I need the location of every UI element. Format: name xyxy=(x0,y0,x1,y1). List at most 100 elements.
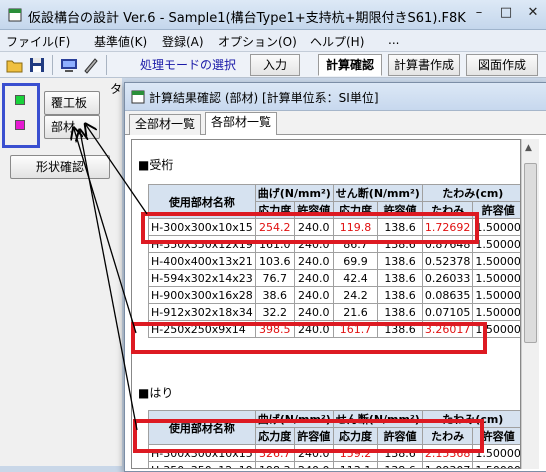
menu-standard[interactable]: 基準値(K) xyxy=(94,33,147,50)
panel-fragment: タ xyxy=(110,82,123,96)
shear-allowable-cell: 138.6 xyxy=(377,461,423,468)
bending-allowable-cell: 240.0 xyxy=(293,235,334,253)
result-window: 計算結果確認 (部材) [計算単位系：SI単位] 全部材一覧 各部材一覧 ■受桁… xyxy=(124,82,546,472)
header-deflection: たわみ(cm) xyxy=(421,410,520,428)
table-row[interactable]: H-900x300x16x28 38.6 240.0 24.2 138.6 0.08635… xyxy=(148,286,520,304)
shear-stress-cell: 86.7 xyxy=(332,235,379,253)
tab-report[interactable]: 計算書作成 xyxy=(388,54,460,76)
table-row[interactable]: H-594x302x14x23 76.7 240.0 42.4 138.6 0.26033… xyxy=(148,269,520,287)
member-name-cell: H-912x302x18x34 xyxy=(148,303,256,321)
member-name-cell: H-594x302x14x23 xyxy=(148,269,256,287)
deflection-cell: 2.15368 xyxy=(421,444,474,462)
header-allowable: 許容値 xyxy=(377,427,423,445)
table-row[interactable]: H-350x350x12x19198.3240.0113.1138.61.093… xyxy=(148,461,520,468)
bending-stress-cell: 198.3 xyxy=(254,461,295,468)
menu-file[interactable]: ファイル(F) xyxy=(6,33,70,50)
deflection-cell: 0.87648 xyxy=(421,235,474,253)
bending-stress-cell: 103.6 xyxy=(254,252,295,270)
deflection-cell: 0.07105 xyxy=(421,303,474,321)
header-deflection-value: たわみ xyxy=(421,427,474,445)
shear-stress-cell: 24.2 xyxy=(332,286,379,304)
deflection-allowable-cell: 1.50000 xyxy=(472,444,520,462)
bending-stress-cell: 32.2 xyxy=(254,303,295,321)
shear-allowable-cell: 138.6 xyxy=(377,320,423,338)
result-window-icon xyxy=(131,90,145,104)
shear-stress-cell: 161.7 xyxy=(332,320,379,338)
header-shear: せん断(N/mm²) xyxy=(332,410,423,428)
member-name-cell: H-900x300x16x28 xyxy=(148,286,256,304)
menu-options[interactable]: オプション(O) xyxy=(218,33,297,50)
shear-stress-cell: 21.6 xyxy=(332,303,379,321)
header-allowable: 許容値 xyxy=(377,201,423,219)
tab-calc-check[interactable]: 計算確認 xyxy=(318,54,382,76)
menu-help[interactable]: ヘルプ(H) xyxy=(310,33,364,50)
vertical-scrollbar[interactable]: ▲ xyxy=(521,139,539,469)
result-tabs: 全部材一覧 各部材一覧 xyxy=(125,111,546,135)
bending-stress-cell: 161.0 xyxy=(254,235,295,253)
open-folder-icon[interactable] xyxy=(6,56,24,74)
shear-stress-cell: 69.9 xyxy=(332,252,379,270)
minimize-button[interactable]: – xyxy=(466,4,492,24)
beam-table: 使用部材名称 曲げ(N/mm²) せん断(N/mm²) たわみ(cm) 応力度 … xyxy=(148,410,520,468)
table-row[interactable]: H-300x300x10x15 254.2 240.0 119.8 138.6 1.726… xyxy=(148,218,520,236)
result-window-title: 計算結果確認 (部材) [計算単位系：SI単位] xyxy=(149,91,379,105)
deflection-allowable-cell: 1.50000 xyxy=(472,286,520,304)
pen-icon[interactable] xyxy=(82,56,100,74)
table-row[interactable]: H-350x350x12x19 161.0 240.0 86.7 138.6 0.8764… xyxy=(148,235,520,253)
header-stress: 応力度 xyxy=(332,201,379,219)
shear-allowable-cell: 138.6 xyxy=(377,269,423,287)
monitor-icon[interactable] xyxy=(60,56,78,74)
table-row[interactable]: H-250x250x9x14 398.5 240.0 161.7 138.6 3.2601… xyxy=(148,320,520,338)
window-title: 仮設構台の設計 Ver.6 - Sample1(構台Type1+支持杭+期限付き… xyxy=(28,11,466,26)
header-stress: 応力度 xyxy=(332,427,379,445)
maximize-button[interactable]: □ xyxy=(493,4,519,24)
covering-board-button[interactable]: 覆工板 xyxy=(44,91,100,115)
deflection-cell: 0.26033 xyxy=(421,269,474,287)
member-name-cell: H-300x300x10x15 xyxy=(148,444,256,462)
menu-register[interactable]: 登録(A) xyxy=(162,33,204,50)
deflection-cell: 0.52378 xyxy=(421,252,474,270)
shear-allowable-cell: 138.6 xyxy=(377,235,423,253)
tab-all-members[interactable]: 全部材一覧 xyxy=(129,114,202,135)
tab-each-member[interactable]: 各部材一覧 xyxy=(205,112,278,135)
highlight-box xyxy=(2,83,40,148)
tab-drawing[interactable]: 図面作成 xyxy=(466,54,538,76)
header-bending: 曲げ(N/mm²) xyxy=(254,184,334,202)
shear-stress-cell: 42.4 xyxy=(332,269,379,287)
title-bar: 仮設構台の設計 Ver.6 - Sample1(構台Type1+支持杭+期限付き… xyxy=(0,0,546,30)
header-shear: せん断(N/mm²) xyxy=(332,184,423,202)
close-button[interactable]: ✕ xyxy=(520,4,546,24)
shear-allowable-cell: 138.6 xyxy=(377,286,423,304)
deflection-allowable-cell: 1.50000 xyxy=(472,252,520,270)
table-row[interactable]: H-300x300x10x15 326.7 240.0 159.2 138.6 2.153… xyxy=(148,444,520,462)
bending-allowable-cell: 240.0 xyxy=(293,461,334,468)
deflection-allowable-cell: 1.50000 xyxy=(472,303,520,321)
save-icon[interactable] xyxy=(28,56,46,74)
table-row[interactable]: H-400x400x13x21 103.6 240.0 69.9 138.6 0.5237… xyxy=(148,252,520,270)
toolbar-separator xyxy=(52,55,53,75)
menu-more[interactable]: ... xyxy=(388,33,399,47)
result-title-bar: 計算結果確認 (部材) [計算単位系：SI単位] xyxy=(125,83,546,111)
mode-select-button[interactable]: 処理モードの選択 xyxy=(140,56,236,73)
header-allowable: 許容値 xyxy=(472,427,520,445)
scroll-thumb[interactable] xyxy=(524,163,537,343)
deflection-allowable-cell: 1.50000 xyxy=(472,461,520,468)
tab-input[interactable]: 入力 xyxy=(250,54,300,76)
shape-check-button[interactable]: 形状確認 xyxy=(10,155,110,179)
shear-allowable-cell: 138.6 xyxy=(377,252,423,270)
header-bending: 曲げ(N/mm²) xyxy=(254,410,334,428)
header-deflection: たわみ(cm) xyxy=(421,184,520,202)
shear-stress-cell: 119.8 xyxy=(332,218,379,236)
section-label-beam: ■はり xyxy=(138,386,174,400)
bending-allowable-cell: 240.0 xyxy=(293,320,334,338)
bending-allowable-cell: 240.0 xyxy=(293,252,334,270)
member-button[interactable]: 部材 xyxy=(44,115,100,139)
scroll-up-icon[interactable]: ▲ xyxy=(525,143,532,153)
deflection-allowable-cell: 1.50000 xyxy=(472,218,520,236)
bending-allowable-cell: 240.0 xyxy=(293,444,334,462)
deflection-cell: 3.26017 xyxy=(421,320,474,338)
table-row[interactable]: H-912x302x18x34 32.2 240.0 21.6 138.6 0.07105… xyxy=(148,303,520,321)
bending-stress-cell: 76.7 xyxy=(254,269,295,287)
header-stress: 応力度 xyxy=(254,427,295,445)
bending-allowable-cell: 240.0 xyxy=(293,218,334,236)
